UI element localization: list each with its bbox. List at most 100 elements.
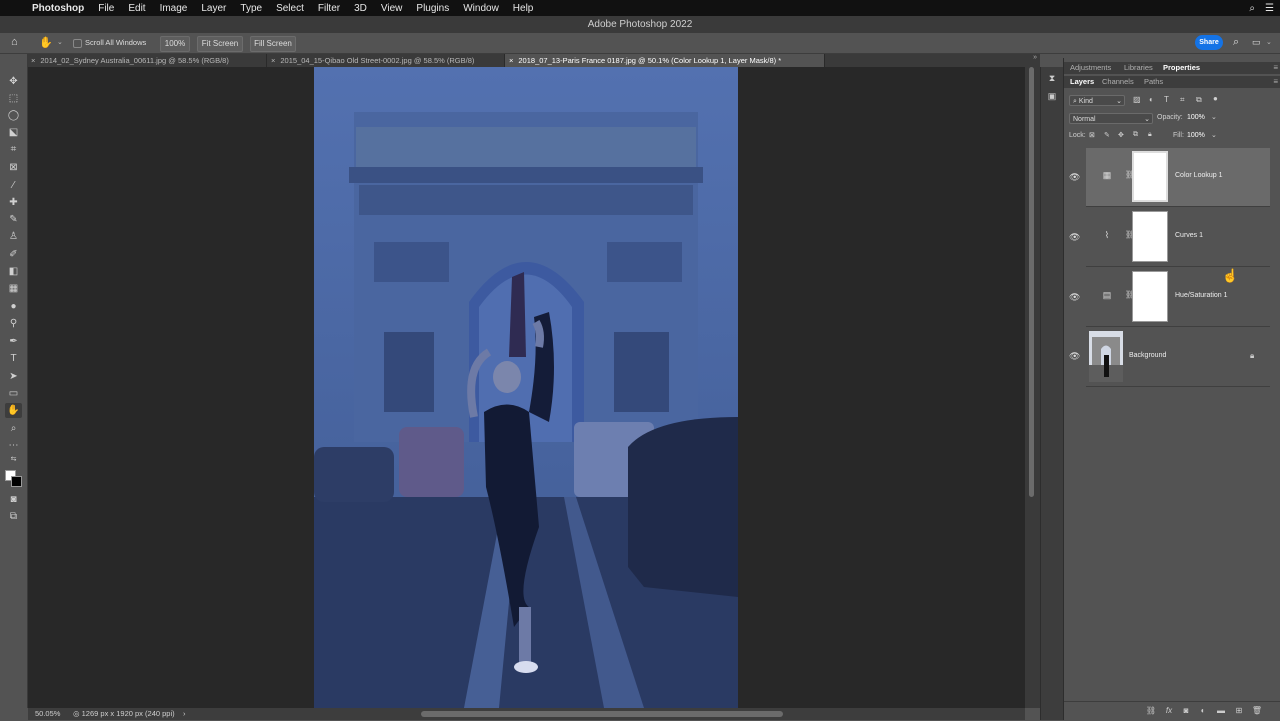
fill-screen-button[interactable]: Fill Screen [250,36,296,52]
eyedropper-tool-icon[interactable]: ⁄ [5,178,22,193]
document-image[interactable] [314,67,738,708]
object-select-tool-icon[interactable]: ⬕ [5,125,22,140]
layer-mask-thumbnail[interactable] [1132,271,1168,322]
blur-tool-icon[interactable]: ● [5,299,22,314]
share-button[interactable]: Share [1195,35,1223,50]
history-panel-icon[interactable]: ⧗ [1045,71,1059,85]
canvas-area[interactable] [28,67,1025,708]
screen-mode-icon[interactable]: ⧉ [5,509,22,524]
layer-name[interactable]: Curves 1 [1175,232,1203,239]
zoom-tool-icon[interactable]: ⌕ [5,421,22,436]
visibility-eye-icon[interactable]: 👁︎ [1069,292,1080,303]
layer-background[interactable]: Background 🔒︎ [1086,328,1270,387]
hand-tool-icon[interactable]: ✋ [39,36,53,49]
chevron-down-icon[interactable]: ⌄ [57,38,63,46]
tabs-overflow-icon[interactable]: » [1033,54,1037,61]
add-mask-icon[interactable]: ◙ [1180,705,1192,717]
dodge-tool-icon[interactable]: ⚲ [5,316,22,331]
close-icon[interactable]: × [31,56,35,65]
path-select-tool-icon[interactable]: ➤ [5,369,22,384]
chevron-down-icon[interactable]: ⌄ [1211,131,1217,139]
filter-shape-icon[interactable]: ⌗ [1180,95,1185,105]
pen-tool-icon[interactable]: ✒ [5,334,22,349]
healing-brush-icon[interactable]: ✚ [5,195,22,210]
background-color-swatch[interactable] [11,476,22,487]
layer-mask-thumbnail[interactable] [1132,211,1168,262]
fill-value[interactable]: 100% [1187,132,1205,139]
opacity-value[interactable]: 100% [1187,114,1205,121]
filter-type-icon[interactable]: T [1164,95,1169,104]
lock-position-icon[interactable]: ✥ [1118,131,1124,139]
lock-transparent-icon[interactable]: ⊠ [1089,131,1095,139]
more-tools-icon[interactable]: ⋯ [5,438,22,453]
fit-screen-button[interactable]: Fit Screen [197,36,243,52]
menu-help[interactable]: Help [513,3,534,14]
search-icon[interactable]: ⌕ [1249,3,1255,14]
search-icon[interactable]: ⌕ [1233,36,1239,49]
chevron-down-icon[interactable]: ⌄ [1266,38,1272,46]
layer-thumbnail[interactable] [1089,331,1123,382]
menu-file[interactable]: File [98,3,114,14]
panel-menu-icon[interactable]: ≡ [1273,76,1278,88]
menu-view[interactable]: View [381,3,403,14]
menu-image[interactable]: Image [160,3,188,14]
lock-artboard-icon[interactable]: ⧉ [1133,131,1138,139]
new-adjustment-icon[interactable]: ◐ [1197,705,1209,717]
menu-plugins[interactable]: Plugins [416,3,449,14]
visibility-eye-icon[interactable]: 👁︎ [1069,351,1080,362]
menu-3d[interactable]: 3D [354,3,367,14]
hand-tool-icon[interactable]: ✋ [5,403,22,418]
filter-adjustment-icon[interactable]: ◐ [1149,95,1154,104]
zoom-100-button[interactable]: 100% [160,36,190,52]
brush-tool-icon[interactable]: ✎ [5,212,22,227]
tab-paths[interactable]: Paths [1144,76,1163,88]
quick-mask-icon[interactable]: ◙ [5,492,22,507]
lasso-tool-icon[interactable]: ◯ [5,108,22,123]
chevron-down-icon[interactable]: ⌄ [1211,113,1217,121]
horizontal-scroll-thumb[interactable] [421,711,783,717]
visibility-eye-icon[interactable]: 👁︎ [1069,172,1080,183]
comments-panel-icon[interactable]: ▣ [1045,89,1059,103]
menu-select[interactable]: Select [276,3,304,14]
control-center-icon[interactable]: ☰ [1265,3,1274,14]
new-group-icon[interactable]: ▬ [1215,705,1227,717]
panel-menu-icon[interactable]: ≡ [1273,62,1278,74]
tab-adjustments[interactable]: Adjustments [1070,62,1111,74]
filter-kind-dropdown[interactable]: ⌕ Kind ⌄ [1069,95,1125,106]
scroll-all-windows-checkbox[interactable] [73,39,82,48]
menu-type[interactable]: Type [240,3,262,14]
tab-sydney[interactable]: × 2014_02_Sydney Australia_00611.jpg @ 58… [27,54,267,67]
home-icon[interactable]: ⌂ [11,36,18,48]
link-layers-icon[interactable]: ⛓ [1145,705,1157,717]
workspace-icon[interactable]: ▭ [1252,37,1261,48]
history-brush-icon[interactable]: ✐ [5,247,22,262]
lock-pixels-icon[interactable]: ✎ [1104,131,1110,139]
vertical-scrollbar[interactable] [1025,67,1040,708]
menu-filter[interactable]: Filter [318,3,340,14]
chevron-right-icon[interactable]: › [183,708,186,720]
lock-all-icon[interactable]: 🔒︎ [1148,131,1152,139]
tab-channels[interactable]: Channels [1102,76,1134,88]
layer-name[interactable]: Hue/Saturation 1 [1175,292,1228,299]
swap-colors-icon[interactable]: ⇆ [5,452,22,467]
layer-hue-saturation[interactable]: ▤ ⛓ Hue/Saturation 1 [1086,268,1270,327]
tab-layers[interactable]: Layers [1070,76,1094,88]
layer-curves[interactable]: ⌇ ⛓ Curves 1 [1086,208,1270,267]
frame-tool-icon[interactable]: ⊠ [5,160,22,175]
fx-icon[interactable]: fx [1163,705,1175,717]
tab-libraries[interactable]: Libraries [1124,62,1153,74]
close-icon[interactable]: × [271,56,275,65]
blend-mode-dropdown[interactable]: Normal ⌄ [1069,113,1153,124]
type-tool-icon[interactable]: T [5,351,22,366]
menu-app[interactable]: Photoshop [32,3,84,14]
filter-pixel-icon[interactable]: ▨ [1133,95,1141,104]
zoom-level[interactable]: 50.05% [35,708,60,720]
layer-mask-thumbnail[interactable] [1132,151,1168,202]
crop-tool-icon[interactable]: ⌗ [5,142,22,157]
move-tool-icon[interactable]: ✥ [5,74,22,89]
eraser-tool-icon[interactable]: ◧ [5,264,22,279]
layer-name[interactable]: Background [1129,352,1166,359]
close-icon[interactable]: × [509,56,513,65]
tab-properties[interactable]: Properties [1163,62,1200,74]
filter-smart-object-icon[interactable]: ⧉ [1196,95,1202,105]
